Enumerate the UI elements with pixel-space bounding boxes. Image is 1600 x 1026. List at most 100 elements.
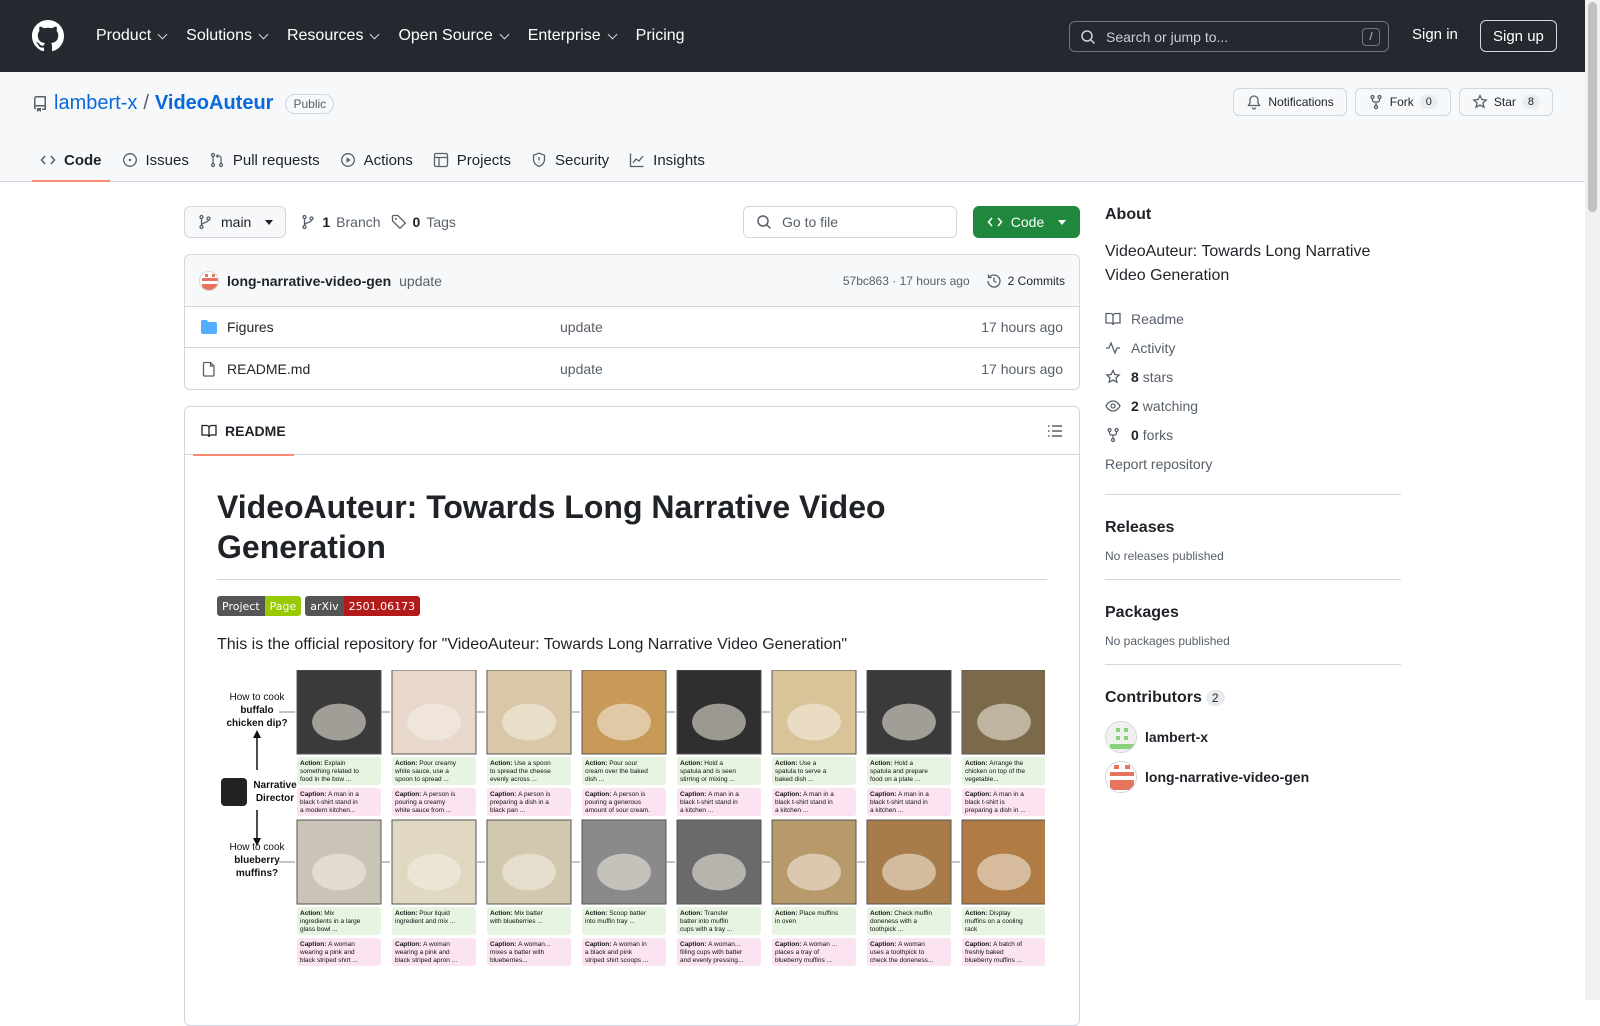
contributor-item[interactable]: lambert-x [1105, 717, 1401, 757]
forks-link[interactable]: 0 forks [1105, 420, 1401, 449]
caption-text: Caption: A man in a [965, 791, 1024, 798]
tab-projects[interactable]: Projects [425, 138, 519, 182]
frame-dish [312, 703, 366, 741]
book-icon [201, 424, 217, 437]
nav-open-source[interactable]: Open Source [388, 16, 517, 56]
caption-text: blueberries... [490, 957, 528, 964]
repo-name-link[interactable]: VideoAuteur [155, 92, 274, 115]
sign-in-link[interactable]: Sign in [1412, 26, 1458, 43]
arxiv-badge[interactable]: arXiv 2501.06173 [305, 596, 421, 616]
file-name-link[interactable]: README.md [227, 361, 310, 377]
readme-link[interactable]: Readme [1105, 304, 1401, 333]
tab-issues[interactable]: Issues [114, 138, 197, 182]
tab-label: Actions [363, 151, 413, 169]
stars-count: 8 [1131, 368, 1139, 385]
repo-icon [34, 95, 46, 112]
releases-title[interactable]: Releases [1105, 519, 1401, 537]
tab-actions[interactable]: Actions [332, 138, 421, 182]
tab-security[interactable]: Security [523, 138, 617, 182]
action-key: Action: [490, 760, 514, 767]
frame-dish [502, 853, 556, 891]
file-commit-message[interactable]: update [560, 319, 603, 335]
caption-text: freshly baked [965, 949, 1004, 956]
report-repository-link[interactable]: Report repository [1105, 449, 1401, 478]
caption-text: preparing a dish in ... [965, 807, 1026, 814]
commit-message-link[interactable]: update [399, 273, 442, 289]
branch-select[interactable]: main [184, 206, 287, 238]
action-text: Action: Hold a [680, 760, 723, 767]
caption-value: A woman ... [803, 941, 837, 948]
tab-insights[interactable]: Insights [621, 138, 713, 182]
badge-left: Project [217, 596, 265, 616]
contributor-item[interactable]: long-narrative-video-gen [1105, 757, 1401, 797]
star-button[interactable]: Star 8 [1458, 88, 1553, 116]
caption-key: Caption: [775, 791, 803, 798]
page-scrollbar[interactable] [1585, 0, 1600, 1000]
action-text: cream over the baked [585, 768, 648, 775]
scrollbar-thumb[interactable] [1588, 2, 1597, 212]
action-text: Action: Check muffin [870, 910, 932, 917]
action-text: spatula to serve a [775, 768, 827, 775]
action-text: stirring or mixing ... [680, 776, 735, 783]
tab-code[interactable]: Code [32, 138, 110, 182]
nav-resources[interactable]: Resources [277, 16, 388, 56]
nav-solutions[interactable]: Solutions [176, 16, 277, 56]
notifications-button[interactable]: Notifications [1233, 88, 1347, 116]
file-row[interactable]: README.md update 17 hours ago [185, 348, 1079, 389]
caption-value: A woman [328, 941, 355, 948]
nav-product[interactable]: Product [86, 16, 176, 56]
github-logo-icon[interactable] [32, 20, 64, 52]
search-input[interactable]: Search or jump to... / [1069, 21, 1389, 52]
caption-text: wearing a pink and [394, 949, 450, 956]
action-key: Action: [585, 910, 609, 917]
caption-text: black t-shirt stand in [680, 799, 738, 806]
visibility-badge: Public [285, 93, 335, 114]
outline-button[interactable] [1047, 423, 1063, 442]
tags-count: 0 [412, 214, 421, 230]
nav-label: Open Source [398, 27, 493, 44]
commit-author-link[interactable]: long-narrative-video-gen [227, 273, 391, 289]
action-value: Transfer [704, 910, 729, 917]
branches-link[interactable]: 1 Branch [300, 214, 381, 230]
code-button[interactable]: Code [973, 206, 1080, 238]
tab-pull-requests[interactable]: Pull requests [201, 138, 328, 182]
file-row[interactable]: Figures update 17 hours ago [185, 307, 1079, 348]
caption-key: Caption: [680, 791, 708, 798]
caption-key: Caption: [585, 791, 613, 798]
action-text: baked dish ... [775, 776, 814, 783]
divider [1105, 494, 1401, 495]
caption-text: Caption: A woman... [680, 941, 741, 948]
branch-icon [199, 214, 211, 230]
action-text: muffins on a cooling [965, 918, 1023, 925]
tags-link[interactable]: 0 Tags [391, 214, 456, 230]
frame-dish [692, 703, 746, 741]
caption-text: filling cups with batter [680, 949, 743, 956]
stars-link[interactable]: 8 stars [1105, 362, 1401, 391]
contributors-title[interactable]: Contributors 2 [1105, 689, 1401, 707]
caption-text: and evenly pressing... [680, 957, 743, 964]
code-button-label: Code [1010, 214, 1045, 230]
action-value: Use a spoon [514, 760, 551, 767]
repo-owner-link[interactable]: lambert-x [54, 92, 137, 115]
tags-label: Tags [426, 214, 456, 230]
action-text: doneness with a [870, 918, 917, 925]
activity-link[interactable]: Activity [1105, 333, 1401, 362]
fork-button[interactable]: Fork 0 [1354, 88, 1451, 116]
file-commit-message[interactable]: update [560, 361, 603, 377]
go-to-file-input[interactable]: Go to file [743, 206, 957, 238]
readme-tab[interactable]: README [193, 407, 294, 456]
avatar[interactable] [199, 270, 219, 291]
caption-key: Caption: [300, 791, 328, 798]
file-name-link[interactable]: Figures [227, 319, 274, 335]
commits-link[interactable]: 2 Commits [986, 273, 1065, 289]
nav-enterprise[interactable]: Enterprise [518, 16, 626, 56]
question-label: blueberry [234, 855, 280, 866]
packages-title[interactable]: Packages [1105, 604, 1401, 622]
action-value: Mix batter [514, 910, 543, 917]
watching-link[interactable]: 2 watching [1105, 391, 1401, 420]
caption-key: Caption: [490, 791, 518, 798]
nav-pricing[interactable]: Pricing [626, 16, 695, 56]
commit-hash-time[interactable]: 57bc863 · 17 hours ago [843, 274, 970, 288]
sign-up-button[interactable]: Sign up [1480, 20, 1557, 52]
project-page-badge[interactable]: Project Page [217, 596, 302, 616]
